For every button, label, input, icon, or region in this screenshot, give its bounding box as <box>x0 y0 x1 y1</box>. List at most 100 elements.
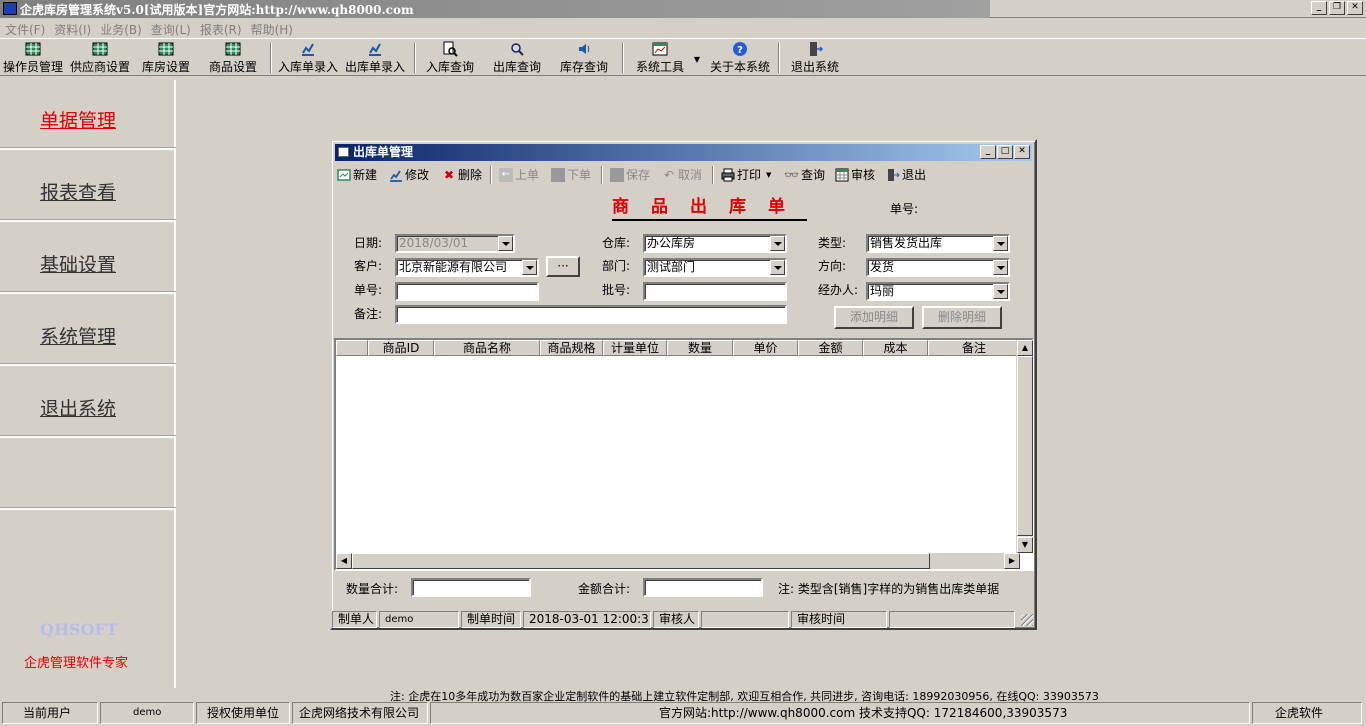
arrow-left-icon: ← <box>499 167 513 182</box>
remark-label: 备注: <box>354 307 383 321</box>
scroll-up-icon[interactable]: ▲ <box>1017 340 1033 356</box>
warehouse-button[interactable]: 库房设置 <box>140 41 192 75</box>
chevron-down-icon[interactable] <box>993 284 1008 299</box>
operator-button[interactable]: 操作员管理 <box>2 41 64 75</box>
exit-system-button[interactable]: 退出系统 <box>789 41 841 75</box>
cancel-button[interactable]: ↶ 取消 <box>662 166 702 183</box>
resize-grip-icon[interactable] <box>1021 614 1033 626</box>
nav-item-documents[interactable]: 单据管理 <box>0 80 176 150</box>
binoculars-icon: 👓 <box>784 167 799 182</box>
chevron-down-icon[interactable] <box>993 260 1008 275</box>
chevron-down-icon[interactable] <box>498 236 513 251</box>
order-no-input[interactable] <box>395 282 539 301</box>
column-header[interactable]: 商品ID <box>368 340 434 356</box>
menu-query[interactable]: 查询(L) <box>150 19 199 37</box>
about-button[interactable]: ? 关于本系统 <box>708 41 772 75</box>
type-select[interactable]: 销售发货出库 <box>866 234 1010 253</box>
supplier-button[interactable]: 供应商设置 <box>68 41 132 75</box>
add-detail-button[interactable]: 添加明细 <box>834 306 914 329</box>
dialog-maximize-button[interactable]: □ <box>997 145 1013 159</box>
menu-help[interactable]: 帮助(H) <box>250 19 301 37</box>
edit-button[interactable]: 修改 <box>389 166 429 183</box>
audit-button[interactable]: 审核 <box>835 166 875 183</box>
menu-file[interactable]: 文件(F) <box>4 19 53 37</box>
footer-brand: 企虎软件 <box>1252 702 1362 724</box>
next-label: 下单 <box>567 168 592 182</box>
minimize-button[interactable]: _ <box>1311 1 1327 15</box>
batch-input[interactable] <box>643 282 787 301</box>
audit-time-value <box>889 611 1015 628</box>
customer-select[interactable]: 北京新能源有限公司 <box>395 258 539 277</box>
scroll-down-icon[interactable]: ▼ <box>1017 537 1033 553</box>
nav-item-reports[interactable]: 报表查看 <box>0 152 176 222</box>
detail-grid[interactable]: 商品ID 商品名称 商品规格 计量单位 数量 单价 金额 成本 备注 ▲ ▼ ◀… <box>334 338 1034 571</box>
chevron-down-icon[interactable] <box>993 236 1008 251</box>
order-no-label: 单号: <box>354 283 383 297</box>
close-button[interactable]: ✕ <box>1347 1 1363 15</box>
column-header[interactable]: 备注 <box>928 340 1020 356</box>
column-header[interactable]: 成本 <box>863 340 928 356</box>
system-tools-button[interactable]: 系统工具 <box>634 41 686 75</box>
scroll-thumb[interactable] <box>352 553 930 569</box>
customer-browse-button[interactable]: ··· <box>546 256 580 277</box>
delete-button[interactable]: ✖ 删除 <box>442 166 482 183</box>
current-user-label: 当前用户 <box>2 702 98 724</box>
audit-time-label: 审核时间 <box>791 611 887 628</box>
magnifier-icon <box>511 43 524 56</box>
chevron-down-icon[interactable] <box>770 260 785 275</box>
department-select[interactable]: 测试部门 <box>643 258 787 277</box>
handler-select[interactable]: 玛丽 <box>866 282 1010 301</box>
nav-item-basic-settings[interactable]: 基础设置 <box>0 224 176 294</box>
inbound-query-button[interactable]: 入库查询 <box>424 41 476 75</box>
column-header[interactable]: 商品规格 <box>540 340 603 356</box>
column-header[interactable]: 单价 <box>733 340 798 356</box>
chevron-down-icon[interactable] <box>770 236 785 251</box>
dialog-minimize-button[interactable]: _ <box>980 145 996 159</box>
exit-system-label: 退出系统 <box>790 60 839 74</box>
save-button[interactable]: 保存 <box>610 166 650 183</box>
vertical-scrollbar[interactable]: ▲ ▼ <box>1016 340 1033 553</box>
warehouse-select[interactable]: 办公库房 <box>643 234 787 253</box>
system-tools-dropdown[interactable]: ▼ <box>692 51 702 85</box>
delete-label: 删除 <box>458 168 483 182</box>
new-button[interactable]: 新建 <box>337 166 377 183</box>
query-button[interactable]: 👓 查询 <box>784 166 825 183</box>
stock-query-button[interactable]: 库存查询 <box>558 41 610 75</box>
direction-select[interactable]: 发货 <box>866 258 1010 277</box>
horizontal-scrollbar[interactable]: ◀ ▶ <box>336 553 1020 569</box>
inbound-entry-button[interactable]: 入库单录入 <box>277 41 339 75</box>
delete-icon: ✖ <box>443 167 455 182</box>
supplier-label: 供应商设置 <box>69 60 130 74</box>
dialog-close-button[interactable]: ✕ <box>1014 145 1030 159</box>
left-nav: 单据管理 报表查看 基础设置 系统管理 退出系统 QHSOFT 企虎管理软件专家 <box>0 80 176 688</box>
column-header[interactable]: 数量 <box>667 340 733 356</box>
chevron-down-icon[interactable] <box>522 260 537 275</box>
scroll-right-icon[interactable]: ▶ <box>1004 553 1020 569</box>
scroll-thumb[interactable] <box>1017 356 1033 536</box>
menu-report[interactable]: 报表(R) <box>199 19 250 37</box>
print-button[interactable]: 打印 ▼ <box>721 166 771 183</box>
column-header[interactable]: 金额 <box>798 340 863 356</box>
menu-data[interactable]: 资料(I) <box>53 19 99 37</box>
amount-total-field <box>643 578 763 597</box>
goods-button[interactable]: 商品设置 <box>207 41 259 75</box>
date-picker[interactable]: 2018/03/01 <box>395 234 515 253</box>
outbound-entry-button[interactable]: 出库单录入 <box>344 41 406 75</box>
dialog-window-controls: _ □ ✕ <box>980 145 1030 159</box>
delete-detail-button[interactable]: 删除明细 <box>922 306 1002 329</box>
nav-item-exit[interactable]: 退出系统 <box>0 368 176 438</box>
restore-button[interactable]: ❐ <box>1329 1 1345 15</box>
outbound-query-button[interactable]: 出库查询 <box>491 41 543 75</box>
dialog-exit-button[interactable]: 退出 <box>886 166 926 183</box>
menu-business[interactable]: 业务(B) <box>99 19 150 37</box>
scroll-left-icon[interactable]: ◀ <box>336 553 352 569</box>
toolbar-separator <box>490 166 492 184</box>
toolbar-separator <box>622 43 624 73</box>
remark-input[interactable] <box>395 305 787 324</box>
licensee-value: 企虎网络技术有限公司 <box>292 702 428 724</box>
column-header[interactable]: 商品名称 <box>434 340 540 356</box>
nav-item-system-admin[interactable]: 系统管理 <box>0 296 176 366</box>
column-header[interactable]: 计量单位 <box>603 340 667 356</box>
prev-button[interactable]: ← 上单 <box>499 166 539 183</box>
next-button[interactable]: 下单 <box>551 166 591 183</box>
